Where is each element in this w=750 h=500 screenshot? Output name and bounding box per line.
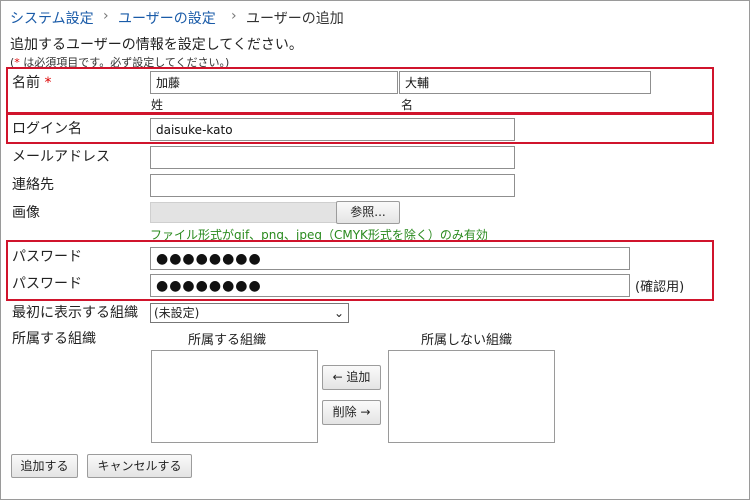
password-input[interactable]: [150, 247, 630, 270]
password-confirm-label: パスワード: [12, 276, 82, 292]
last-name-input[interactable]: [150, 71, 398, 94]
intro-text: 追加するユーザーの情報を設定してください。: [10, 37, 303, 53]
breadcrumb-link-user-settings[interactable]: ユーザーの設定: [118, 8, 216, 28]
login-name-input[interactable]: [150, 118, 515, 141]
contact-input[interactable]: [150, 174, 515, 197]
image-label: 画像: [12, 205, 40, 221]
login-name-label: ログイン名: [12, 121, 82, 137]
first-org-select[interactable]: (未設定) ⌄: [150, 303, 349, 323]
breadcrumb-link-system-settings[interactable]: システム設定: [10, 8, 94, 28]
name-label: 名前 *: [12, 75, 52, 91]
password-confirm-suffix: (確認用): [635, 280, 685, 295]
first-name-input[interactable]: [399, 71, 651, 94]
orgs-label: 所属する組織: [12, 331, 96, 347]
nonmember-orgs-header: 所属しない組織: [421, 333, 513, 348]
first-name-sublabel: 名: [401, 98, 414, 112]
member-orgs-list[interactable]: [151, 350, 318, 443]
last-name-sublabel: 姓: [151, 98, 164, 112]
member-orgs-header: 所属する組織: [188, 333, 267, 348]
image-format-hint: ファイル形式がgif、png、jpeg（CMYK形式を除く）のみ有効: [150, 228, 488, 242]
email-label: メールアドレス: [12, 149, 110, 165]
breadcrumb-separator-icon: ›: [103, 8, 109, 24]
add-org-button[interactable]: ← 追加: [322, 365, 381, 390]
email-input[interactable]: [150, 146, 515, 169]
submit-button[interactable]: 追加する: [11, 454, 78, 478]
chevron-down-icon: ⌄: [333, 306, 344, 320]
required-note: (* は必須項目です。必ず設定してください。): [10, 56, 230, 69]
file-path-display: [150, 202, 336, 223]
nonmember-orgs-list[interactable]: [388, 350, 555, 443]
contact-label: 連絡先: [12, 177, 54, 193]
password-confirm-input[interactable]: [150, 274, 630, 297]
remove-org-button[interactable]: 削除 →: [322, 400, 381, 425]
browse-button[interactable]: 参照...: [336, 201, 400, 224]
cancel-button[interactable]: キャンセルする: [87, 454, 192, 478]
required-star: *: [44, 75, 52, 91]
password-label: パスワード: [12, 249, 82, 265]
breadcrumb-current: ユーザーの追加: [246, 11, 344, 27]
first-org-label: 最初に表示する組織: [12, 305, 138, 321]
breadcrumb-separator-icon: ›: [231, 8, 237, 24]
